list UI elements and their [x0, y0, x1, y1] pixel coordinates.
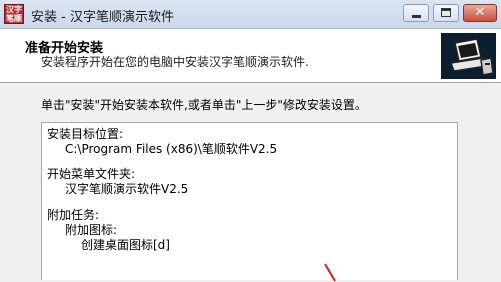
- minimize-icon: [412, 15, 421, 18]
- wizard-content: 单击"安装"开始安装本软件,或者单击"上一步"修改安装设置。 安装目标位置: C…: [0, 84, 501, 280]
- maximize-icon: [441, 8, 451, 17]
- title-bar[interactable]: 汉字 笔顺 安装 - 汉字笔顺演示软件 ✕: [0, 0, 501, 29]
- summary-label-start-menu: 开始菜单文件夹:: [47, 167, 136, 181]
- install-summary-memo[interactable]: 安装目标位置: C:\Program Files (x86)\笔顺软件V2.5 …: [41, 122, 458, 280]
- summary-value-desktop-icon: 创建桌面图标[d]: [81, 238, 170, 252]
- summary-value-start-menu: 汉字笔顺演示软件V2.5: [65, 182, 189, 196]
- summary-value-destination: C:\Program Files (x86)\笔顺软件V2.5: [65, 142, 278, 156]
- wizard-header: 准备开始安装 安装程序开始在您的电脑中安装汉字笔顺演示软件.: [0, 29, 501, 83]
- instruction-text: 单击"安装"开始安装本软件,或者单击"上一步"修改安装设置。: [41, 98, 367, 112]
- summary-label-tasks: 附加任务:: [47, 208, 100, 222]
- close-button[interactable]: ✕: [463, 4, 497, 22]
- minimize-button[interactable]: [403, 4, 429, 22]
- summary-label-destination: 安装目标位置:: [47, 127, 124, 141]
- installer-computer-icon: [441, 33, 496, 79]
- window-title: 安装 - 汉字笔顺演示软件: [31, 10, 174, 25]
- close-icon: ✕: [474, 5, 486, 20]
- red-annotation-mark: [324, 263, 336, 282]
- page-subtitle: 安装程序开始在您的电脑中安装汉字笔顺演示软件.: [41, 55, 309, 69]
- app-icon: 汉字 笔顺: [4, 4, 24, 24]
- maximize-button[interactable]: [433, 4, 459, 22]
- summary-label-icons: 附加图标:: [65, 223, 118, 237]
